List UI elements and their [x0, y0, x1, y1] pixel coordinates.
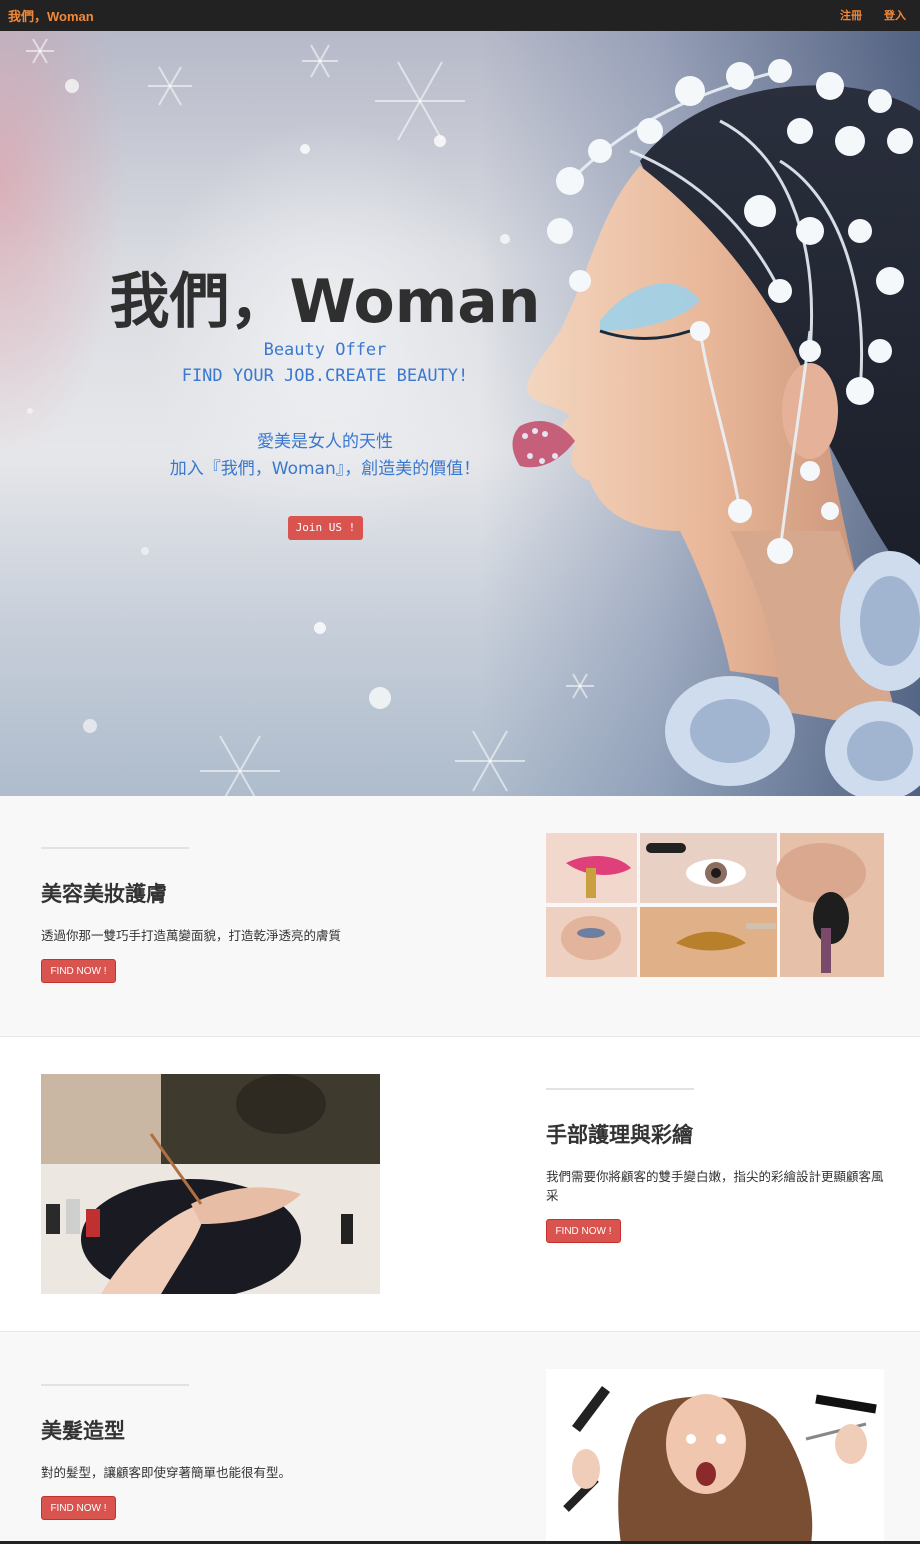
- nav-links: 注冊 登入: [840, 7, 906, 23]
- woman-portrait-image: [512, 59, 920, 796]
- section-description: 透過你那一雙巧手打造萬變面貌，打造乾淨透亮的膚質: [41, 928, 342, 943]
- section-description: 我們需要你將顧客的雙手變白嫩，指尖的彩繪設計更顯顧客風采: [546, 1169, 884, 1203]
- hero-subtitle: Beauty Offer: [263, 340, 387, 360]
- find-now-button[interactable]: FIND NOW !: [41, 1496, 116, 1520]
- section-title: 美容美妝護膚: [41, 882, 167, 906]
- hero-banner: 我們，Woman Beauty Offer FIND YOUR JOB.CREA…: [0, 31, 920, 796]
- find-now-button[interactable]: FIND NOW !: [546, 1219, 621, 1243]
- hero-tagline-1: 愛美是女人的天性: [257, 432, 393, 452]
- section-divider: [41, 1384, 189, 1386]
- navbar: 我們，Woman 注冊 登入: [0, 0, 920, 31]
- hero-tagline-2: 加入『我們，Woman』，創造美的價值！: [169, 459, 481, 479]
- section-divider: [546, 1088, 694, 1090]
- hero-title: 我們，Woman: [109, 267, 541, 337]
- section-description: 對的髮型，讓顧客即使穿著簡單也能很有型。: [41, 1465, 292, 1480]
- section-title: 手部護理與彩繪: [546, 1123, 693, 1147]
- nail-care-image: [41, 1074, 380, 1294]
- section-hair: 美髮造型 對的髮型，讓顧客即使穿著簡單也能很有型。 FIND NOW !: [0, 1332, 920, 1544]
- section-nails: 手部護理與彩繪 我們需要你將顧客的雙手變白嫩，指尖的彩繪設計更顯顧客風采 FIN…: [0, 1037, 920, 1332]
- find-now-button[interactable]: FIND NOW !: [41, 959, 116, 983]
- section-divider: [41, 847, 189, 849]
- makeup-collage-image: [546, 833, 884, 977]
- section-title: 美髮造型: [41, 1419, 125, 1443]
- register-link[interactable]: 注冊: [840, 7, 862, 23]
- brand-link[interactable]: 我們，Woman: [8, 6, 94, 25]
- join-us-button[interactable]: Join US !: [288, 516, 363, 540]
- hair-styling-image: [546, 1369, 884, 1544]
- section-makeup: 美容美妝護膚 透過你那一雙巧手打造萬變面貌，打造乾淨透亮的膚質 FIND NOW…: [0, 796, 920, 1037]
- hero-slogan: FIND YOUR JOB.CREATE BEAUTY!: [181, 366, 469, 386]
- login-link[interactable]: 登入: [884, 7, 906, 23]
